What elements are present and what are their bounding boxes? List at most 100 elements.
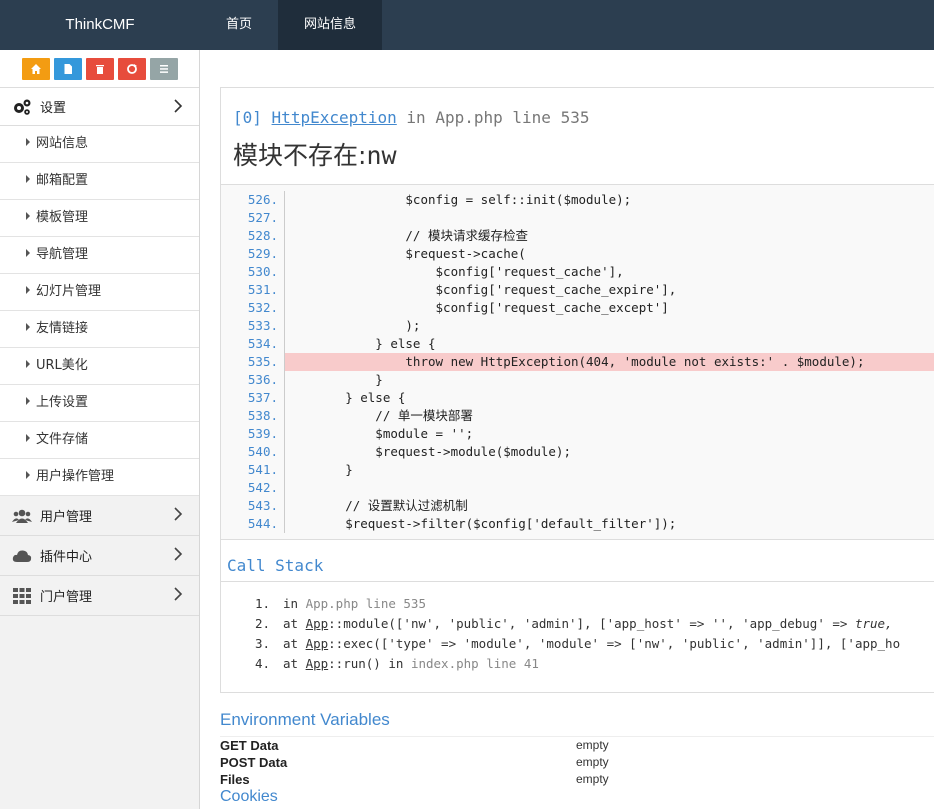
source-line: 542. — [221, 479, 934, 497]
call-stack-call: ::run() in — [328, 656, 411, 671]
source-line: 539. $module = ''; — [221, 425, 934, 443]
exception-header: [0] HttpException in App.php line 535 模块… — [221, 88, 934, 185]
exception-message-text: 模块不存在: — [233, 141, 367, 170]
exception-class-link[interactable]: HttpException — [272, 108, 397, 127]
line-number: 542. — [221, 479, 285, 497]
line-number: 536. — [221, 371, 285, 389]
sidebar-item-storage[interactable]: 文件存储 — [0, 422, 199, 459]
line-code: $config['request_cache_expire'], — [285, 282, 677, 297]
sidebar-item-upload[interactable]: 上传设置 — [0, 385, 199, 422]
env-row: Files empty — [220, 771, 934, 788]
list-shortcut-button[interactable] — [149, 57, 178, 80]
sidebar-item-slides[interactable]: 幻灯片管理 — [0, 274, 199, 311]
sidebar-item-label: URL美化 — [36, 358, 88, 373]
call-stack-call: ::module(['nw', 'public', 'admin'], ['ap… — [328, 616, 855, 631]
recycle-icon — [126, 63, 137, 74]
shortcut-bar — [0, 50, 199, 88]
menu-users-label: 用户管理 — [40, 510, 93, 525]
call-stack-prefix: at — [283, 636, 306, 651]
home-shortcut-button[interactable] — [21, 57, 50, 80]
source-line: 528. // 模块请求缓存检查 — [221, 227, 934, 245]
call-stack-class-link[interactable]: App — [306, 656, 329, 671]
nav-site-info[interactable]: 网站信息 — [278, 0, 383, 50]
env-value: empty — [576, 738, 609, 752]
line-code: $config['request_cache'], — [285, 264, 624, 279]
call-stack-bool: true, — [854, 616, 893, 631]
sidebar-item-label: 上传设置 — [36, 395, 89, 410]
chevron-right-icon — [174, 547, 183, 561]
caret-right-icon — [26, 360, 30, 368]
menu-settings-label: 设置 — [40, 101, 67, 116]
source-line: 529. $request->cache( — [221, 245, 934, 263]
line-number: 534. — [221, 335, 285, 353]
source-line: 526. $config = self::init($module); — [221, 191, 934, 209]
line-code: $config = self::init($module); — [285, 192, 632, 207]
menu-users[interactable]: 用户管理 — [0, 496, 199, 536]
sidebar-item-site-info[interactable]: 网站信息 — [0, 126, 199, 163]
sidebar-item-navigation[interactable]: 导航管理 — [0, 237, 199, 274]
source-line: 536. } — [221, 371, 934, 389]
source-line: 534. } else { — [221, 335, 934, 353]
chevron-right-icon — [174, 507, 183, 521]
sidebar-item-label: 友情链接 — [36, 321, 89, 336]
call-stack-class-link[interactable]: App — [306, 636, 329, 651]
line-code: throw new HttpException(404, 'module not… — [285, 353, 934, 371]
sidebar-item-mail-config[interactable]: 邮箱配置 — [0, 163, 199, 200]
caret-right-icon — [26, 249, 30, 257]
sidebar-item-template[interactable]: 模板管理 — [0, 200, 199, 237]
trash-shortcut-button[interactable] — [85, 57, 114, 80]
call-stack-row: 1. in App.php line 535 — [255, 594, 934, 614]
line-number: 531. — [221, 281, 285, 299]
call-stack-row: 3. at App::exec(['type' => 'module', 'mod… — [255, 634, 934, 654]
source-line: 537. } else { — [221, 389, 934, 407]
call-stack-file: index.php line 41 — [410, 656, 539, 671]
sidebar-item-label: 导航管理 — [36, 247, 89, 262]
env-row: POST Data empty — [220, 754, 934, 771]
menu-portal[interactable]: 门户管理 — [0, 576, 199, 616]
call-stack-number: 3. — [255, 636, 271, 651]
top-nav: 首页 网站信息 — [200, 0, 383, 50]
sidebar-item-links[interactable]: 友情链接 — [0, 311, 199, 348]
nav-home[interactable]: 首页 — [200, 0, 278, 50]
sidebar-item-url-rewrite[interactable]: URL美化 — [0, 348, 199, 385]
line-number: 543. — [221, 497, 285, 515]
line-code: // 设置默认过滤机制 — [285, 498, 468, 513]
line-code: } — [285, 372, 383, 387]
line-number: 526. — [221, 191, 285, 209]
caret-right-icon — [26, 397, 30, 405]
brand-logo[interactable]: ThinkCMF — [0, 0, 200, 50]
call-stack-call: ::exec(['type' => 'module', 'module' => … — [328, 636, 901, 651]
source-line: 540. $request->module($module); — [221, 443, 934, 461]
source-line: 538. // 单一模块部署 — [221, 407, 934, 425]
line-code: $request->module($module); — [285, 444, 571, 459]
line-number: 527. — [221, 209, 285, 227]
recycle-shortcut-button[interactable] — [117, 57, 146, 80]
source-line: 531. $config['request_cache_expire'], — [221, 281, 934, 299]
menu-plugins[interactable]: 插件中心 — [0, 536, 199, 576]
env-value: empty — [576, 755, 609, 769]
sidebar-item-label: 文件存储 — [36, 432, 89, 447]
exception-message: 模块不存在:nw — [233, 136, 934, 172]
call-stack-class-link[interactable]: App — [306, 616, 329, 631]
caret-right-icon — [26, 323, 30, 331]
cloud-icon — [12, 547, 32, 565]
file-shortcut-button[interactable] — [53, 57, 82, 80]
env-key: POST Data — [220, 755, 288, 770]
env-row: GET Data empty — [220, 737, 934, 754]
sidebar-item-user-actions[interactable]: 用户操作管理 — [0, 459, 199, 496]
line-number: 539. — [221, 425, 285, 443]
menu-settings[interactable]: 设置 — [0, 88, 199, 126]
line-number: 529. — [221, 245, 285, 263]
call-stack: 1. in App.php line 535 2. at App::module(['… — [221, 582, 934, 692]
top-navbar: ThinkCMF 首页 网站信息 — [0, 0, 934, 50]
source-line: 533. ); — [221, 317, 934, 335]
chevron-right-icon — [174, 587, 183, 601]
environment-title: Environment Variables — [220, 710, 934, 737]
caret-right-icon — [26, 138, 30, 146]
exception-in-text: in — [406, 108, 426, 127]
sidebar-item-label: 幻灯片管理 — [36, 284, 102, 299]
line-number: 540. — [221, 443, 285, 461]
grid-icon — [12, 587, 32, 605]
